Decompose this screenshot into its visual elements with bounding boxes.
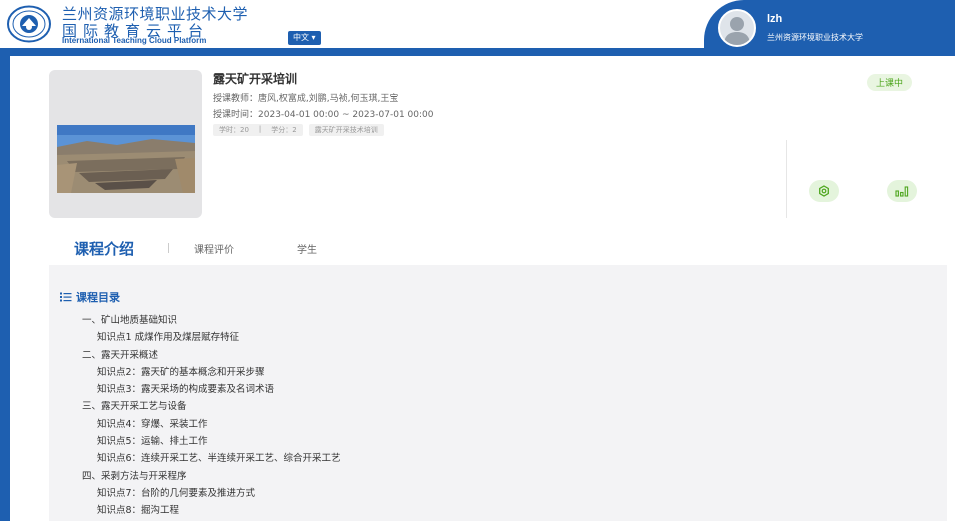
- catalog-chapter[interactable]: 四、采剥方法与开采程序: [82, 468, 341, 485]
- catalog-heading: 课程目录: [60, 289, 120, 305]
- status-badge: 上课中: [867, 74, 913, 91]
- catalog-knowledge-point[interactable]: 知识点3：露天采场的构成要素及名词术语: [82, 381, 341, 398]
- settings-button[interactable]: [809, 180, 839, 202]
- catalog-chapter[interactable]: 二、露天开采概述: [82, 347, 341, 364]
- language-label: 中文: [293, 33, 309, 42]
- user-name[interactable]: lzh: [767, 13, 782, 25]
- catalog-knowledge-point[interactable]: 知识点1 成煤作用及煤层赋存特征: [82, 329, 341, 346]
- catalog-list: 一、矿山地质基础知识 知识点1 成煤作用及煤层赋存特征 二、露天开采概述 知识点2：露…: [82, 312, 341, 520]
- credits-tag: 学分：2: [271, 126, 297, 134]
- chevron-down-icon: ▾: [311, 33, 316, 42]
- catalog-chapter[interactable]: 三、露天开采工艺与设备: [82, 398, 341, 415]
- catalog-knowledge-point[interactable]: 知识点4：穿爆、采装工作: [82, 416, 341, 433]
- course-detail-panel: 露天矿开采培训 授课教师：唐风,权富成,刘鹏,马祯,何玉琪,王宝 授课时间：20…: [10, 56, 955, 521]
- course-teachers-row: 授课教师：唐风,权富成,刘鹏,马祯,何玉琪,王宝: [213, 91, 398, 104]
- course-cover-image: [57, 125, 195, 193]
- catalog-title: 课程目录: [76, 291, 120, 304]
- catalog-knowledge-point[interactable]: 知识点6：连续开采工艺、半连续开采工艺、综合开采工艺: [82, 450, 341, 467]
- statistics-button[interactable]: [887, 180, 917, 202]
- hours-credits-tag: 学时：20 | 学分：2: [213, 124, 303, 136]
- user-avatar-icon[interactable]: [718, 9, 756, 47]
- time-value: 2023-04-01 00:00 ~ 2023-07-01 00:00: [258, 110, 434, 120]
- catalog-chapter[interactable]: 一、矿山地质基础知识: [82, 312, 341, 329]
- course-title: 露天矿开采培训: [213, 72, 298, 86]
- course-cover: [49, 70, 202, 218]
- user-organization: 兰州资源环境职业技术大学: [767, 33, 863, 42]
- platform-name-en: International Teaching Cloud Platform: [62, 36, 207, 45]
- catalog-knowledge-point[interactable]: 知识点8：掘沟工程: [82, 502, 341, 519]
- catalog-knowledge-point[interactable]: 知识点7：台阶的几何要素及推进方式: [82, 485, 341, 502]
- teachers-value: 唐风,权富成,刘鹏,马祯,何玉琪,王宝: [258, 94, 399, 104]
- list-icon: [60, 292, 72, 302]
- catalog-knowledge-point[interactable]: 知识点5：运输、排土工作: [82, 433, 341, 450]
- course-time-row: 授课时间：2023-04-01 00:00 ~ 2023-07-01 00:00: [213, 107, 433, 120]
- hours-tag: 学时：20: [219, 126, 249, 134]
- teachers-label: 授课教师：: [213, 94, 259, 104]
- tab-divider: [168, 243, 169, 253]
- top-header: 兰州资源环境职业技术大学 国际教育云平台 International Teach…: [0, 0, 955, 48]
- catalog-knowledge-point[interactable]: 知识点2：露天矿的基本概念和开采步骤: [82, 364, 341, 381]
- tab-students[interactable]: 学生: [297, 241, 317, 256]
- university-seal-icon[interactable]: [6, 5, 52, 43]
- tab-course-reviews[interactable]: 课程评价: [194, 241, 234, 256]
- tab-course-intro[interactable]: 课程介绍: [74, 238, 134, 259]
- tag-separator: |: [258, 125, 262, 133]
- settings-icon: [819, 185, 829, 197]
- vertical-divider: [786, 140, 787, 218]
- category-tag: 露天矿开采技术培训: [308, 124, 384, 136]
- language-select[interactable]: 中文 ▾: [288, 31, 321, 45]
- course-tags: 学时：20 | 学分：2 露天矿开采技术培训: [213, 124, 384, 136]
- course-catalog: 课程目录 一、矿山地质基础知识 知识点1 成煤作用及煤层赋存特征 二、露天开采概述知…: [49, 265, 947, 521]
- bar-chart-icon: [895, 186, 909, 197]
- time-label: 授课时间：: [213, 110, 259, 120]
